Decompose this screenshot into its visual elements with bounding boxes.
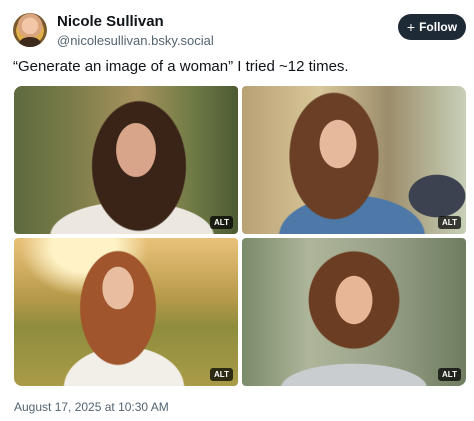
- image-grid: ALT ALT ALT ALT: [14, 86, 466, 388]
- alt-badge[interactable]: ALT: [210, 368, 233, 381]
- author-display-name[interactable]: Nicole Sullivan: [57, 13, 164, 30]
- post-image-1[interactable]: ALT: [14, 86, 238, 234]
- post-image-3[interactable]: ALT: [14, 238, 238, 386]
- follow-button-label: Follow: [419, 20, 458, 34]
- post-timestamp[interactable]: August 17, 2025 at 10:30 AM: [14, 400, 169, 414]
- post: Nicole Sullivan @nicolesullivan.bsky.soc…: [0, 0, 474, 421]
- plus-icon: +: [406, 19, 416, 35]
- post-text: “Generate an image of a woman” I tried ~…: [13, 58, 349, 75]
- author-handle[interactable]: @nicolesullivan.bsky.social: [57, 33, 214, 48]
- alt-badge[interactable]: ALT: [438, 216, 461, 229]
- follow-button[interactable]: + Follow: [398, 14, 466, 40]
- author-avatar[interactable]: [13, 13, 47, 47]
- alt-badge[interactable]: ALT: [438, 368, 461, 381]
- post-image-4[interactable]: ALT: [242, 238, 466, 386]
- post-image-2[interactable]: ALT: [242, 86, 466, 234]
- alt-badge[interactable]: ALT: [210, 216, 233, 229]
